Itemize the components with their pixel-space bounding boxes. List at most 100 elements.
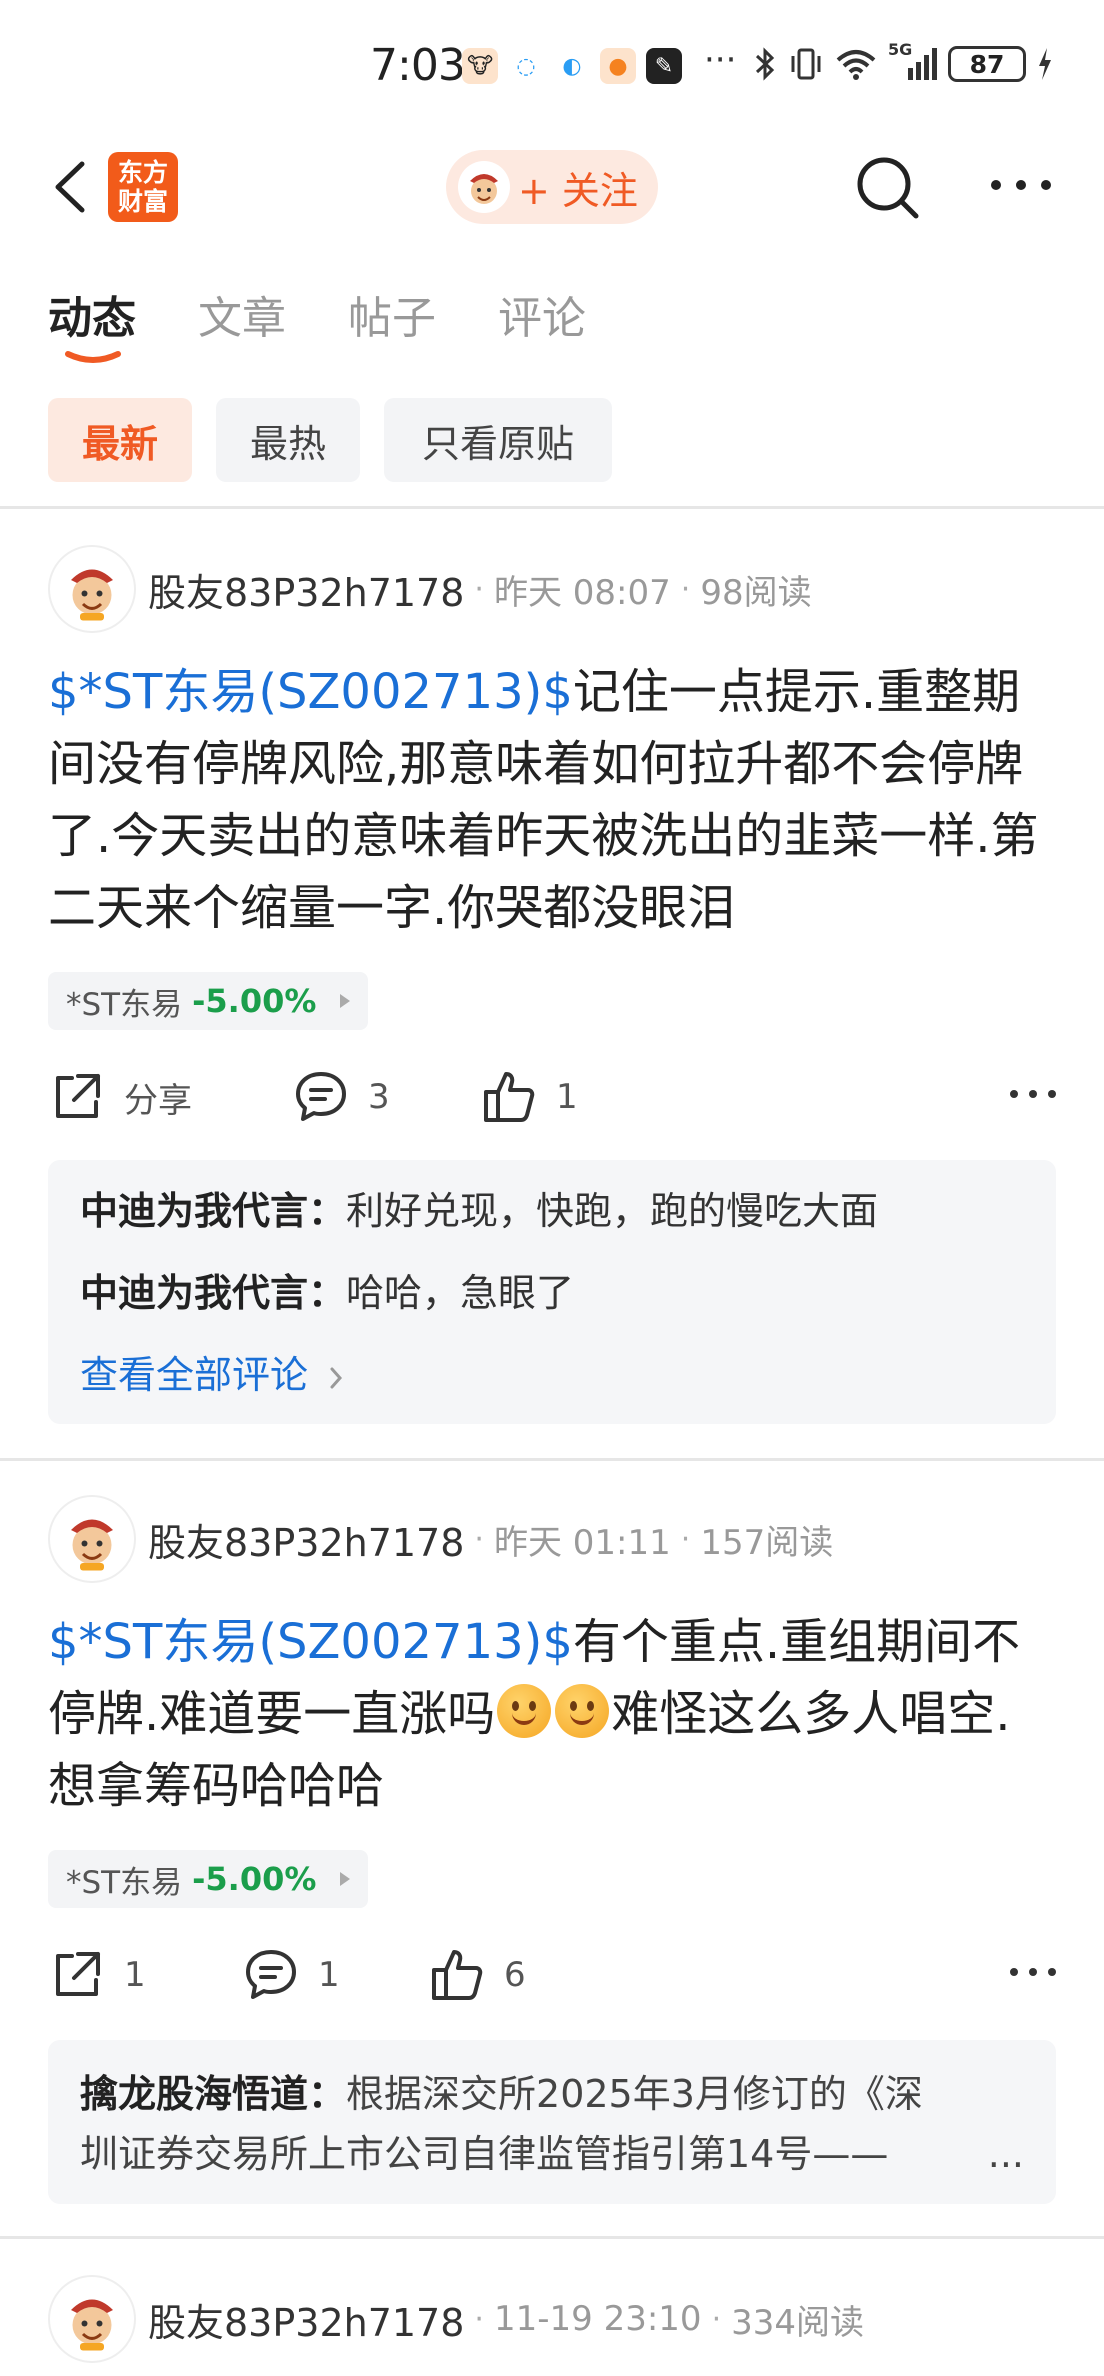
avatar[interactable] [48,2275,136,2363]
like-button[interactable]: 1 [480,1062,578,1132]
play-arrow-icon [340,1872,351,1886]
more-icon[interactable] [986,170,1056,200]
post-card[interactable]: 股友83P32h7178 · 昨天 08:07 · 98阅读 $*ST东易(SZ… [0,544,1104,1424]
follow-button[interactable]: + 关注 [446,150,658,224]
comment-button[interactable]: 1 [242,1940,340,2010]
post-card[interactable]: 股友83P32h7178 · 11-19 23:10 · 334阅读 [0,2274,1104,2376]
wifi-icon [836,50,876,80]
app3-notification-icon: ✎ [646,48,682,84]
like-icon [432,1950,483,2000]
view-all-label: 查看全部评论 [80,1353,309,1397]
comment-preview-box[interactable]: 擒龙股海悟道：根据深交所2025年3月修订的《深 圳证券交易所上市公司自律监管指… [48,2040,1056,2204]
app-notification-icon: 🐮 [462,48,498,84]
post-content[interactable]: $*ST东易(SZ002713)$记住一点提示.重整期间没有停牌风险,那意味着如… [48,656,1058,944]
comment-colon: ： [308,1189,347,1233]
tab-label: 评论 [498,293,586,344]
more-notifications-icon: ··· [704,40,737,80]
stock-tag[interactable]: *ST东易 -5.00% [48,972,369,1030]
logo-line1: 东方 [117,158,168,187]
user-avatar-icon [458,161,510,213]
post-actions: 1 1 6 [48,1940,1058,2010]
tab-articles[interactable]: 文章 [198,282,286,346]
avatar[interactable] [48,545,136,633]
read-count: 98阅读 [700,572,812,613]
comment-author[interactable]: 中迪为我代言 [80,1271,308,1315]
username[interactable]: 股友83P32h7178 [148,2292,464,2347]
tab-label: 帖子 [348,293,436,344]
comment-item: 擒龙股海悟道：根据深交所2025年3月修订的《深 [80,2064,1024,2124]
search-icon[interactable] [852,152,922,222]
more-icon[interactable] [1008,1962,1058,1982]
post-time: 11-19 23:10 [493,2299,702,2339]
username[interactable]: 股友83P32h7178 [148,562,464,617]
stock-tag[interactable]: *ST东易 -5.00% [48,1850,369,1908]
stock-link[interactable]: $*ST东易(SZ002713)$ [48,1614,573,1670]
read-count: 157阅读 [700,1522,834,1563]
chat-notification-icon: ◌ [516,53,536,79]
charging-icon [1039,48,1051,80]
like-count: 6 [504,1955,526,1995]
tab-dynamic[interactable]: 动态 [48,282,136,363]
filter-latest[interactable]: 最新 [48,398,192,482]
tab-posts[interactable]: 帖子 [348,282,436,346]
tab-label: 文章 [198,293,286,344]
avatar[interactable] [48,1495,136,1583]
follow-label: + 关注 [518,168,638,213]
section-divider [0,506,1104,509]
comment-text: 根据深交所2025年3月修订的《深 [346,2072,923,2116]
comment-author[interactable]: 中迪为我代言 [80,1189,308,1233]
like-count: 1 [556,1077,578,1117]
app-logo: 东方 财富 [108,152,178,222]
filter-original-only[interactable]: 只看原贴 [384,398,612,482]
post-card[interactable]: 股友83P32h7178 · 昨天 01:11 · 157阅读 $*ST东易(S… [0,1494,1104,2208]
comment-item: 中迪为我代言：利好兑现，快跑，跑的慢吃大面 [80,1170,1024,1252]
status-bar: 7:03 🐮 ◌ ◐ ● ✎ ··· 5G 87 [0,0,1104,130]
system-status-icons: 5G 87 [752,40,1054,84]
back-arrow-icon[interactable] [46,158,94,216]
like-button[interactable]: 6 [428,1940,526,2010]
comment-text: 哈哈，急眼了 [346,1271,575,1315]
filter-hot[interactable]: 最热 [216,398,360,482]
post-content[interactable]: $*ST东易(SZ002713)$有个重点.重组期间不停牌.难道要一直涨吗 难怪这… [48,1606,1058,1822]
share-label: 分享 [124,1080,192,1121]
share-button[interactable]: 分享 [48,1062,192,1132]
comment-text: 利好兑现，快跑，跑的慢吃大面 [346,1189,879,1233]
more-icon[interactable] [1008,1084,1058,1104]
stock-tag-name: *ST东易 [66,986,183,1023]
browser-notification-icon: ◐ [562,53,582,79]
bluetooth-icon [755,47,775,81]
username[interactable]: 股友83P32h7178 [148,1512,464,1567]
like-icon [484,1072,535,1122]
comment-button[interactable]: 3 [292,1062,390,1132]
post-time: 昨天 08:07 [493,572,671,613]
section-divider [0,1458,1104,1461]
section-divider [0,2236,1104,2239]
separator-dot: · [474,1521,484,1557]
share-icon [56,1952,100,1996]
stock-link[interactable]: $*ST东易(SZ002713)$ [48,664,573,720]
comment-icon [246,1950,296,1999]
comment-item-continued: 圳证券交易所上市公司自律监管指引第14号—— ... [80,2124,1024,2184]
share-button[interactable]: 1 [48,1940,146,2010]
view-all-comments-link[interactable]: 查看全部评论 [80,1334,1024,1416]
post-header: 股友83P32h7178 · 昨天 01:11 · 157阅读 [48,1494,833,1584]
comment-count: 1 [318,1955,340,1995]
truncation-ellipsis: ... [987,2132,1024,2176]
tab-comments[interactable]: 评论 [498,282,586,346]
post-header: 股友83P32h7178 · 11-19 23:10 · 334阅读 [48,2274,864,2364]
post-header: 股友83P32h7178 · 昨天 08:07 · 98阅读 [48,544,812,634]
separator-dot: · [711,2301,722,2337]
logo-line2: 财富 [117,187,168,216]
comment-author[interactable]: 擒龙股海悟道 [80,2072,308,2116]
separator-dot: · [680,1521,691,1557]
filter-chips: 最新 最热 只看原贴 [48,398,612,482]
vibrate-icon [791,48,821,80]
battery-indicator: 87 [948,46,1026,82]
chevron-right-icon [330,1367,343,1389]
read-count: 334阅读 [731,2302,865,2343]
status-time: 7:03 [370,40,466,91]
play-arrow-icon [340,994,351,1008]
stock-tag-change: -5.00% [192,1860,317,1898]
comment-colon: ： [308,1271,347,1315]
comment-preview-box[interactable]: 中迪为我代言：利好兑现，快跑，跑的慢吃大面 中迪为我代言：哈哈，急眼了 查看全部… [48,1160,1056,1424]
